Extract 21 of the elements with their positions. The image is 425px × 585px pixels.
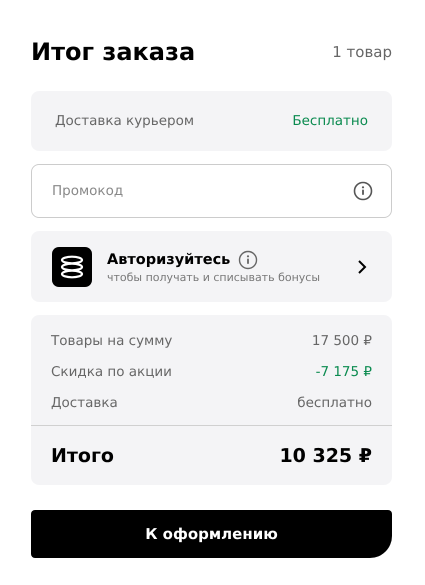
delivery-price: Бесплатно	[292, 113, 368, 129]
summary-value: бесплатно	[297, 394, 372, 410]
login-subtitle: чтобы получать и списывать бонусы	[107, 270, 322, 284]
summary-label: Скидка по акции	[51, 364, 172, 380]
login-title: Авторизуйтесь	[107, 252, 230, 268]
delivery-label: Доставка курьером	[55, 113, 194, 129]
page-title: Итог заказа	[31, 38, 196, 66]
promo-field[interactable]: Промокод	[31, 164, 392, 218]
summary-label: Доставка	[51, 394, 118, 410]
rings-logo-icon	[52, 246, 92, 286]
summary-label: Товары на сумму	[51, 332, 172, 348]
item-count: 1 товар	[332, 43, 392, 61]
login-card[interactable]: Авторизуйтесь чтобы получать и списывать бонусы	[31, 231, 392, 302]
total-label: Итого	[51, 444, 114, 466]
summary-value: 17 500 ₽	[312, 332, 372, 348]
checkout-button[interactable]: К оформлению	[31, 510, 392, 558]
info-icon[interactable]	[238, 250, 258, 270]
total-value: 10 325 ₽	[279, 444, 372, 466]
info-icon[interactable]	[353, 181, 373, 201]
summary-value: -7 175 ₽	[316, 364, 372, 380]
chevron-right-icon	[356, 258, 368, 274]
